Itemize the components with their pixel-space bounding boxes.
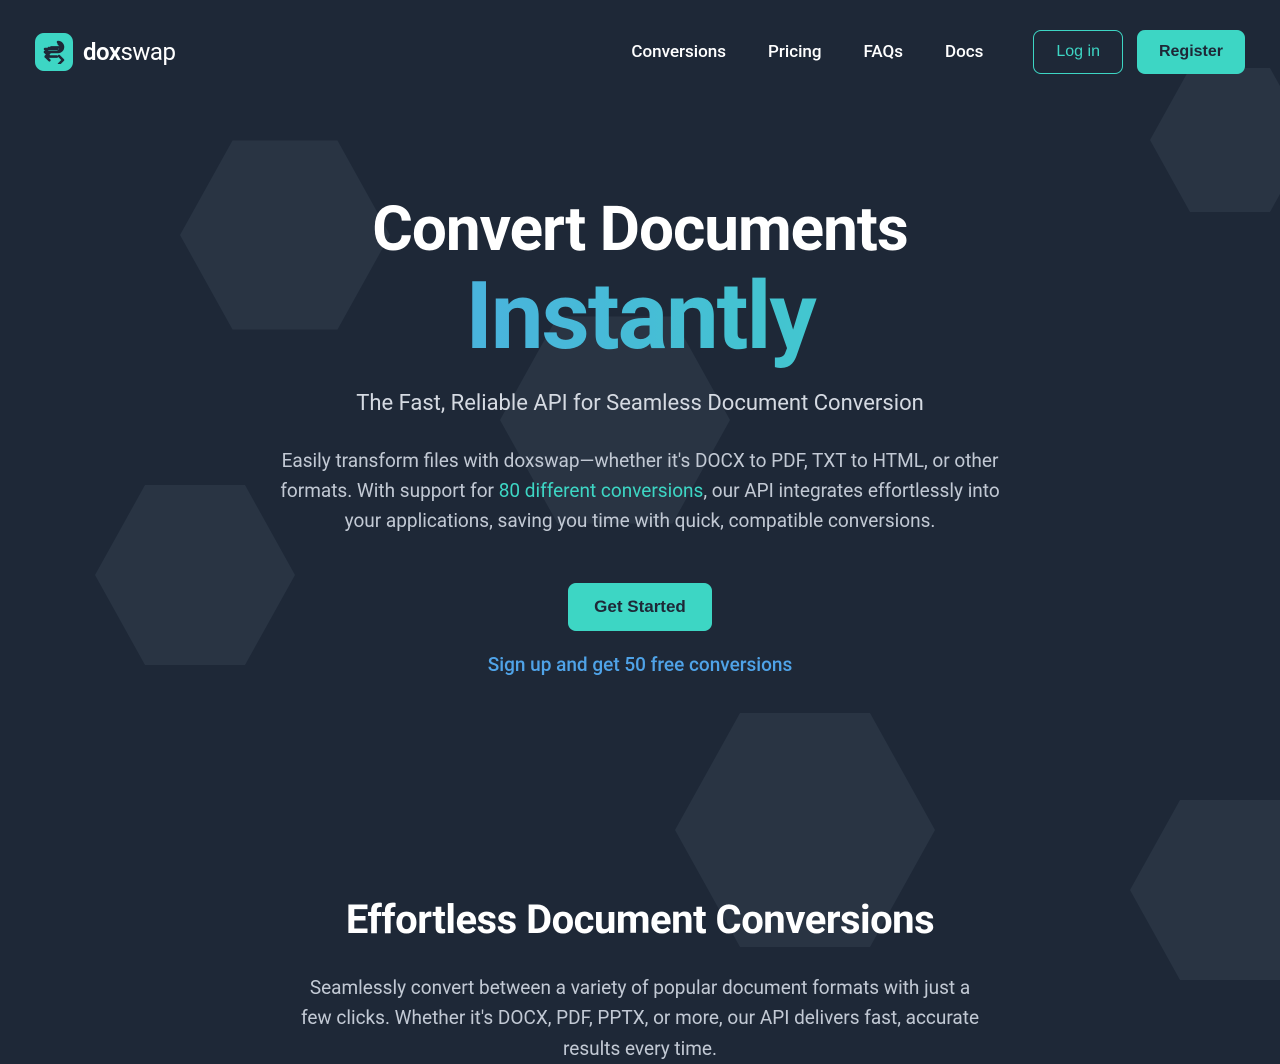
section-title: Effortless Document Conversions xyxy=(300,896,980,943)
register-button[interactable]: Register xyxy=(1137,30,1245,74)
nav-conversions[interactable]: Conversions xyxy=(631,42,726,62)
login-button[interactable]: Log in xyxy=(1033,30,1123,74)
features-section: Effortless Document Conversions Seamless… xyxy=(280,676,1000,1064)
hero-title: Convert Documents Instantly xyxy=(180,194,1100,369)
get-started-button[interactable]: Get Started xyxy=(568,583,712,631)
hero-description: Easily transform files with doxswap—whet… xyxy=(280,446,1000,537)
main-nav: Conversions Pricing FAQs Docs Log in Reg… xyxy=(631,30,1245,74)
logo[interactable]: doxswap xyxy=(35,33,175,71)
conversions-count-link[interactable]: 80 different conversions xyxy=(499,479,704,502)
nav-buttons: Log in Register xyxy=(1033,30,1245,74)
section-description: Seamlessly convert between a variety of … xyxy=(300,973,980,1064)
hero-title-highlight: Instantly xyxy=(180,265,1100,368)
hero-note: Sign up and get 50 free conversions xyxy=(180,653,1100,676)
decoration-hexagon xyxy=(1130,790,1280,990)
hero-section: Convert Documents Instantly The Fast, Re… xyxy=(160,104,1120,676)
nav-faqs[interactable]: FAQs xyxy=(864,42,904,62)
nav-pricing[interactable]: Pricing xyxy=(768,42,822,62)
hero-subtitle: The Fast, Reliable API for Seamless Docu… xyxy=(180,391,1100,416)
logo-text: doxswap xyxy=(83,38,175,66)
header: doxswap Conversions Pricing FAQs Docs Lo… xyxy=(0,0,1280,104)
nav-docs[interactable]: Docs xyxy=(945,42,983,62)
swap-icon xyxy=(35,33,73,71)
